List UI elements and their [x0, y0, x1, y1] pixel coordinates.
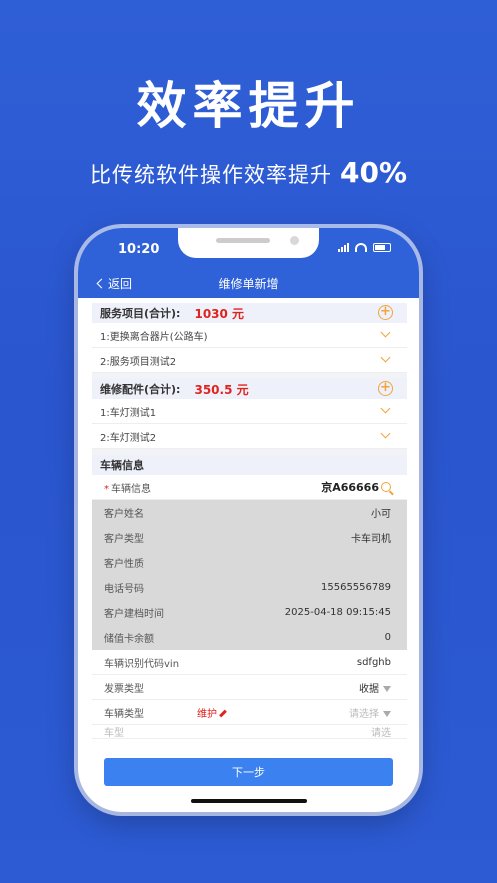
customer-nature-label: 客户性质	[104, 559, 144, 570]
dropdown-icon[interactable]	[383, 710, 391, 717]
customer-type-value: 卡车司机	[351, 534, 391, 545]
part-item-label: 1:车灯测试1	[100, 407, 157, 419]
add-service-icon[interactable]: +	[378, 305, 393, 320]
phone-label: 电话号码	[104, 584, 144, 595]
customer-nature-row: 客户性质	[92, 550, 407, 575]
services-label: 服务项目(合计):	[100, 307, 181, 320]
created-time-row: 客户建档时间 2025-04-18 09:15:45	[92, 600, 407, 625]
customer-name-row: 客户姓名 小可	[92, 500, 407, 525]
chevron-down-icon[interactable]	[380, 327, 391, 338]
customer-type-label: 客户类型	[104, 534, 144, 545]
chevron-down-icon[interactable]	[380, 403, 391, 414]
vehicle-section-header: 车辆信息	[92, 455, 407, 475]
created-time-value: 2025-04-18 09:15:45	[284, 607, 391, 618]
pencil-icon[interactable]	[219, 709, 227, 718]
hero-title: 效率提升	[136, 77, 361, 135]
customer-name-label: 客户姓名	[104, 509, 144, 520]
camera-icon	[290, 236, 299, 245]
wifi-icon	[355, 243, 367, 252]
customer-name-value: 小可	[371, 509, 391, 520]
form-content: 服务项目(合计): 1030 元 + 1:更换离合器片(公路车) 2:服务项目测…	[92, 303, 407, 739]
search-icon[interactable]	[381, 482, 391, 492]
vin-row[interactable]: 车辆识别代码vin sdfghb	[92, 650, 407, 675]
invoice-type-value: 收据	[359, 683, 379, 695]
customer-type-row: 客户类型 卡车司机	[92, 525, 407, 550]
vehicle-info-row[interactable]: * 车辆信息 京A66666	[92, 475, 407, 500]
card-balance-value: 0	[384, 632, 391, 643]
phone-mockup: 10:20 返回 维修单新增 服务项目(合计): 1030 元 + 1:更换离合…	[78, 228, 419, 812]
status-bar: 10:20	[78, 228, 419, 268]
services-header: 服务项目(合计): 1030 元 +	[92, 303, 407, 323]
phone-notch	[178, 228, 319, 258]
service-item[interactable]: 1:更换离合器片(公路车)	[92, 323, 407, 348]
dropdown-icon[interactable]	[383, 685, 391, 692]
service-item-label: 2:服务项目测试2	[100, 356, 177, 368]
created-time-label: 客户建档时间	[104, 609, 164, 620]
vehicle-info-label: 车辆信息	[111, 483, 151, 495]
part-item-label: 2:车灯测试2	[100, 432, 157, 444]
service-item-label: 1:更换离合器片(公路车)	[100, 331, 208, 343]
speaker-icon	[216, 238, 270, 243]
chevron-down-icon[interactable]	[380, 428, 391, 439]
phone-value: 15565556789	[321, 582, 391, 593]
hero-subtitle-text: 比传统软件操作效率提升	[89, 163, 332, 187]
add-part-icon[interactable]: +	[378, 381, 393, 396]
maintenance-tag: 维护	[197, 708, 217, 720]
invoice-type-label: 发票类型	[104, 683, 144, 695]
vehicle-type-row[interactable]: 车辆类型 维护 请选择	[92, 700, 407, 725]
chevron-down-icon[interactable]	[380, 352, 391, 363]
hero-subtitle: 比传统软件操作效率提升 40%	[0, 156, 497, 189]
phone-row: 电话号码 15565556789	[92, 575, 407, 600]
page-title: 维修单新增	[218, 277, 279, 291]
vehicle-model-row[interactable]: 车型 请选	[92, 725, 407, 739]
parts-header: 维修配件(合计): 350.5 元 +	[92, 379, 407, 399]
nav-bar: 返回 维修单新增	[78, 268, 419, 298]
vehicle-section-label: 车辆信息	[100, 459, 144, 472]
parts-label: 维修配件(合计):	[100, 383, 181, 396]
invoice-type-row[interactable]: 发票类型 收据	[92, 675, 407, 700]
plate-number: 京A66666	[321, 481, 379, 494]
service-item[interactable]: 2:服务项目测试2	[92, 348, 407, 373]
vehicle-model-value: 请选	[371, 728, 391, 739]
vehicle-model-label: 车型	[104, 728, 124, 739]
vehicle-type-label: 车辆类型	[104, 708, 144, 720]
status-icons	[338, 243, 391, 252]
next-step-button[interactable]: 下一步	[104, 758, 393, 786]
part-item[interactable]: 1:车灯测试1	[92, 399, 407, 424]
status-time: 10:20	[118, 242, 160, 257]
vehicle-type-placeholder: 请选择	[349, 708, 379, 720]
battery-icon	[373, 243, 391, 252]
vin-value: sdfghb	[356, 656, 391, 668]
parts-amount: 350.5 元	[194, 382, 249, 397]
services-amount: 1030 元	[194, 306, 245, 321]
vin-label: 车辆识别代码vin	[104, 658, 180, 670]
card-balance-row: 储值卡余额 0	[92, 625, 407, 650]
card-balance-label: 储值卡余额	[104, 634, 154, 645]
signal-icon	[338, 243, 349, 252]
hero-percent: 40%	[339, 156, 408, 189]
home-indicator	[191, 799, 307, 803]
part-item[interactable]: 2:车灯测试2	[92, 424, 407, 449]
